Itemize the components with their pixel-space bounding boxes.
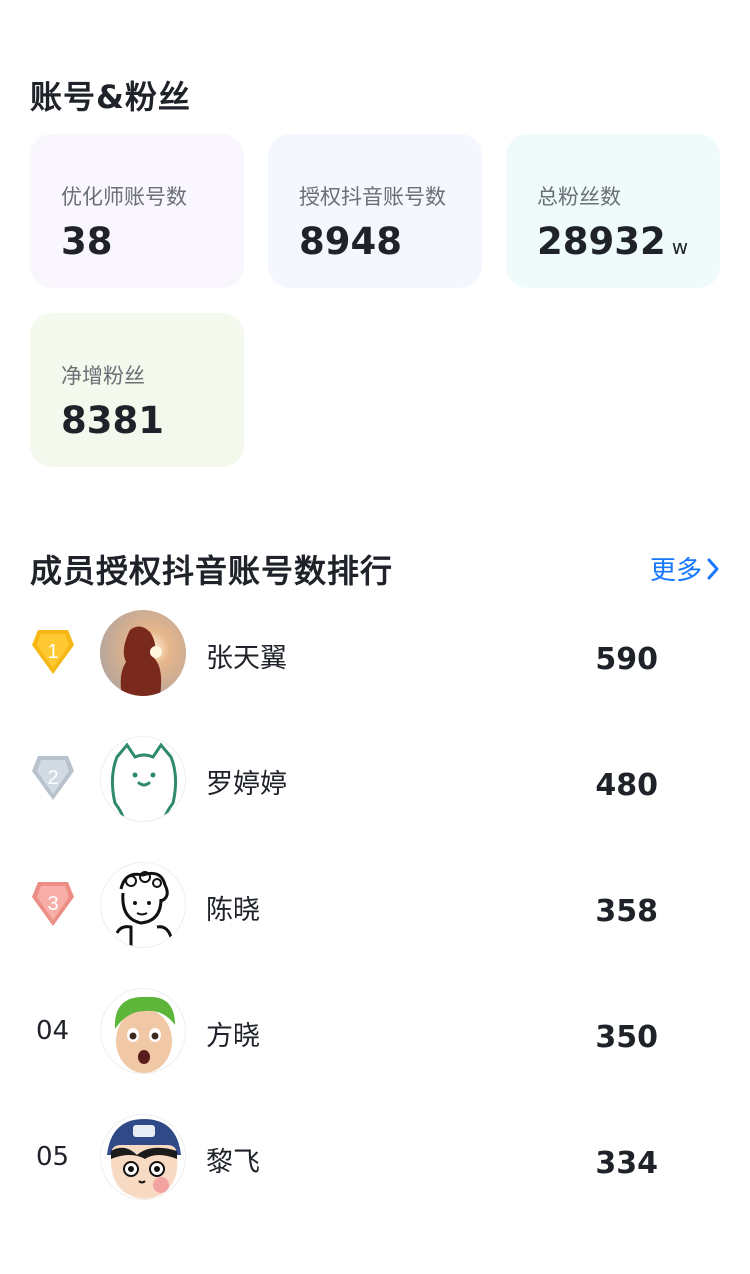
more-link[interactable]: 更多: [650, 550, 720, 587]
stat-label: 授权抖音账号数: [299, 185, 446, 209]
silver-medal-icon: 2: [32, 756, 74, 800]
stat-value: 28932 w: [537, 220, 689, 263]
avatar: [100, 610, 186, 696]
member-name: 罗婷婷: [206, 769, 287, 800]
stat-card-net-new-fans[interactable]: 净增粉丝 8381: [30, 313, 244, 467]
member-account-count: 480: [595, 768, 658, 803]
stat-unit: w: [671, 235, 689, 259]
member-account-count: 358: [595, 894, 658, 929]
avatar: [100, 988, 186, 1074]
ranking-section-title: 成员授权抖音账号数排行: [30, 552, 394, 590]
stat-card-authorized-douyin-accounts[interactable]: 授权抖音账号数 8948: [268, 134, 482, 288]
bronze-medal-icon: 3: [32, 882, 74, 926]
member-name: 方晓: [206, 1021, 260, 1052]
rank-number: 05: [36, 1142, 70, 1172]
chevron-right-icon: [707, 558, 719, 579]
stat-label: 优化师账号数: [61, 185, 187, 209]
ranking-row[interactable]: 04 方晓 350: [30, 986, 720, 1076]
medal-rank-number: 1: [47, 641, 58, 663]
page: 账号&粉丝 优化师账号数 38 授权抖音账号数 8948 总粉丝数 28932 w…: [0, 0, 750, 1274]
stat-label: 净增粉丝: [61, 364, 145, 388]
stat-card-optimizer-accounts[interactable]: 优化师账号数 38: [30, 134, 244, 288]
member-name: 张天翼: [206, 643, 287, 674]
ranking-row[interactable]: 1 张天翼 590: [30, 608, 720, 698]
avatar: [100, 736, 186, 822]
member-account-count: 590: [595, 642, 658, 677]
medal-rank-number: 3: [47, 893, 58, 915]
stat-value: 8381: [61, 399, 164, 442]
member-name: 陈晓: [206, 895, 260, 926]
accounts-section-title: 账号&粉丝: [30, 78, 191, 116]
avatar: [100, 862, 186, 948]
stat-card-total-fans[interactable]: 总粉丝数 28932 w: [506, 134, 720, 288]
stat-value: 38: [61, 220, 113, 263]
ranking-row[interactable]: 2 罗婷婷 480: [30, 734, 720, 824]
ranking-row[interactable]: 3 陈晓 358: [30, 860, 720, 950]
stat-value: 8948: [299, 220, 402, 263]
member-account-count: 334: [595, 1146, 658, 1181]
medal-rank-number: 2: [47, 767, 58, 789]
member-account-count: 350: [595, 1020, 658, 1055]
rank-number: 04: [36, 1016, 70, 1046]
stat-label: 总粉丝数: [537, 185, 621, 209]
avatar: [100, 1114, 186, 1200]
more-label: 更多: [649, 556, 702, 586]
member-name: 黎飞: [206, 1147, 260, 1178]
gold-medal-icon: 1: [32, 630, 74, 674]
ranking-row[interactable]: 05 黎飞 334: [30, 1112, 720, 1202]
